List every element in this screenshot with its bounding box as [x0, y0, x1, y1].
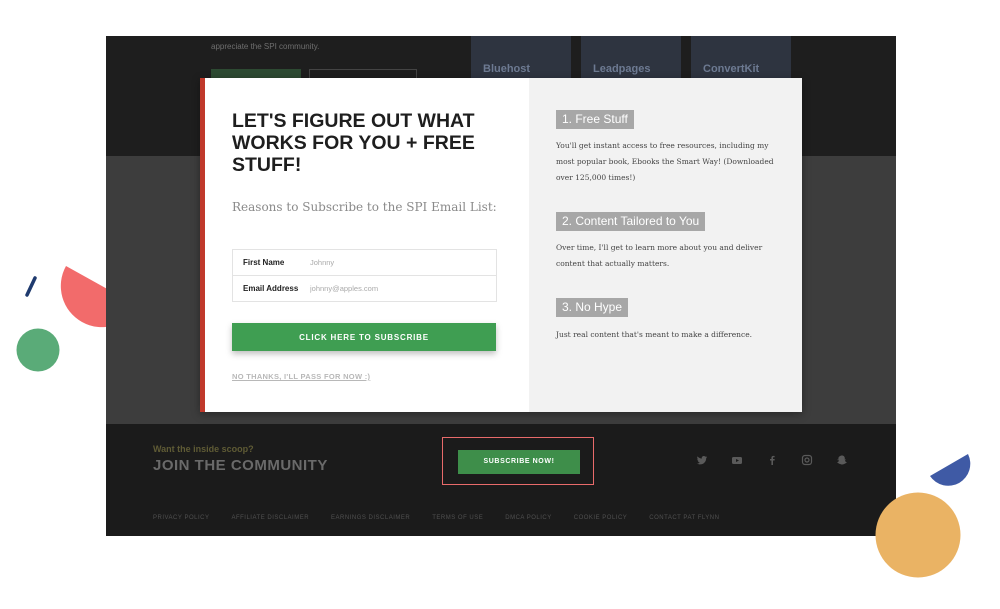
email-label: Email Address [243, 284, 299, 293]
footer-link[interactable]: AFFILIATE DISCLAIMER [231, 515, 309, 521]
email-row: Email Address [233, 275, 496, 301]
footer-link[interactable]: COOKIE POLICY [574, 515, 628, 521]
background-card-convertkit: ConvertKit [691, 36, 791, 78]
subscribe-modal: LET'S FIGURE OUT WHAT WORKS FOR YOU + FR… [200, 78, 802, 412]
decor-green-circle [16, 328, 60, 372]
youtube-icon[interactable] [731, 454, 743, 466]
footer-link[interactable]: PRIVACY POLICY [153, 515, 209, 521]
modal-headline: LET'S FIGURE OUT WHAT WORKS FOR YOU + FR… [232, 110, 475, 176]
decor-navy-dash [25, 276, 37, 297]
modal-benefits-panel: 1. Free Stuff You'll get instant access … [529, 78, 802, 412]
footer-pre-title: Want the inside scoop? [153, 444, 254, 454]
benefit-title-tailored: 2. Content Tailored to You [556, 212, 706, 231]
footer-title: JOIN THE COMMUNITY [153, 457, 328, 474]
footer-link[interactable]: CONTACT PAT FLYNN [649, 515, 719, 521]
modal-subheading: Reasons to Subscribe to the SPI Email Li… [232, 200, 497, 214]
twitter-icon[interactable] [696, 454, 708, 466]
instagram-icon[interactable] [801, 454, 813, 466]
footer-link[interactable]: TERMS OF USE [432, 515, 483, 521]
first-name-input[interactable] [310, 258, 480, 267]
footer-links: PRIVACY POLICY AFFILIATE DISCLAIMER EARN… [153, 515, 741, 521]
subscribe-button[interactable]: CLICK HERE TO SUBSCRIBE [232, 323, 496, 351]
subscribe-form: First Name Email Address [232, 249, 497, 302]
first-name-row: First Name [233, 250, 496, 275]
benefit-text-free-stuff: You'll get instant access to free resour… [556, 141, 774, 182]
footer-link[interactable]: EARNINGS DISCLAIMER [331, 515, 410, 521]
background-text: appreciate the SPI community. [211, 42, 320, 51]
subscribe-now-button[interactable]: SUBSCRIBE NOW! [458, 450, 580, 474]
no-thanks-link[interactable]: NO THANKS, I'LL PASS FOR NOW :) [232, 372, 370, 381]
decor-blue-semicircle [930, 454, 971, 486]
benefit-title-no-hype: 3. No Hype [556, 298, 629, 317]
benefit-title-free-stuff: 1. Free Stuff [556, 110, 634, 129]
footer-link[interactable]: DMCA POLICY [505, 515, 552, 521]
decor-orange-circle [875, 492, 961, 578]
snapchat-icon[interactable] [836, 454, 848, 466]
subscribe-now-highlight: SUBSCRIBE NOW! [442, 437, 594, 485]
benefit-text-tailored: Over time, I'll get to learn more about … [556, 243, 763, 268]
modal-form-panel: LET'S FIGURE OUT WHAT WORKS FOR YOU + FR… [205, 78, 529, 412]
facebook-icon[interactable] [766, 454, 778, 466]
email-input[interactable] [310, 284, 480, 293]
background-card-leadpages: Leadpages [581, 36, 681, 78]
benefit-text-no-hype: Just real content that's meant to make a… [556, 330, 753, 339]
background-card-bluehost: Bluehost [471, 36, 571, 78]
first-name-label: First Name [243, 258, 285, 267]
